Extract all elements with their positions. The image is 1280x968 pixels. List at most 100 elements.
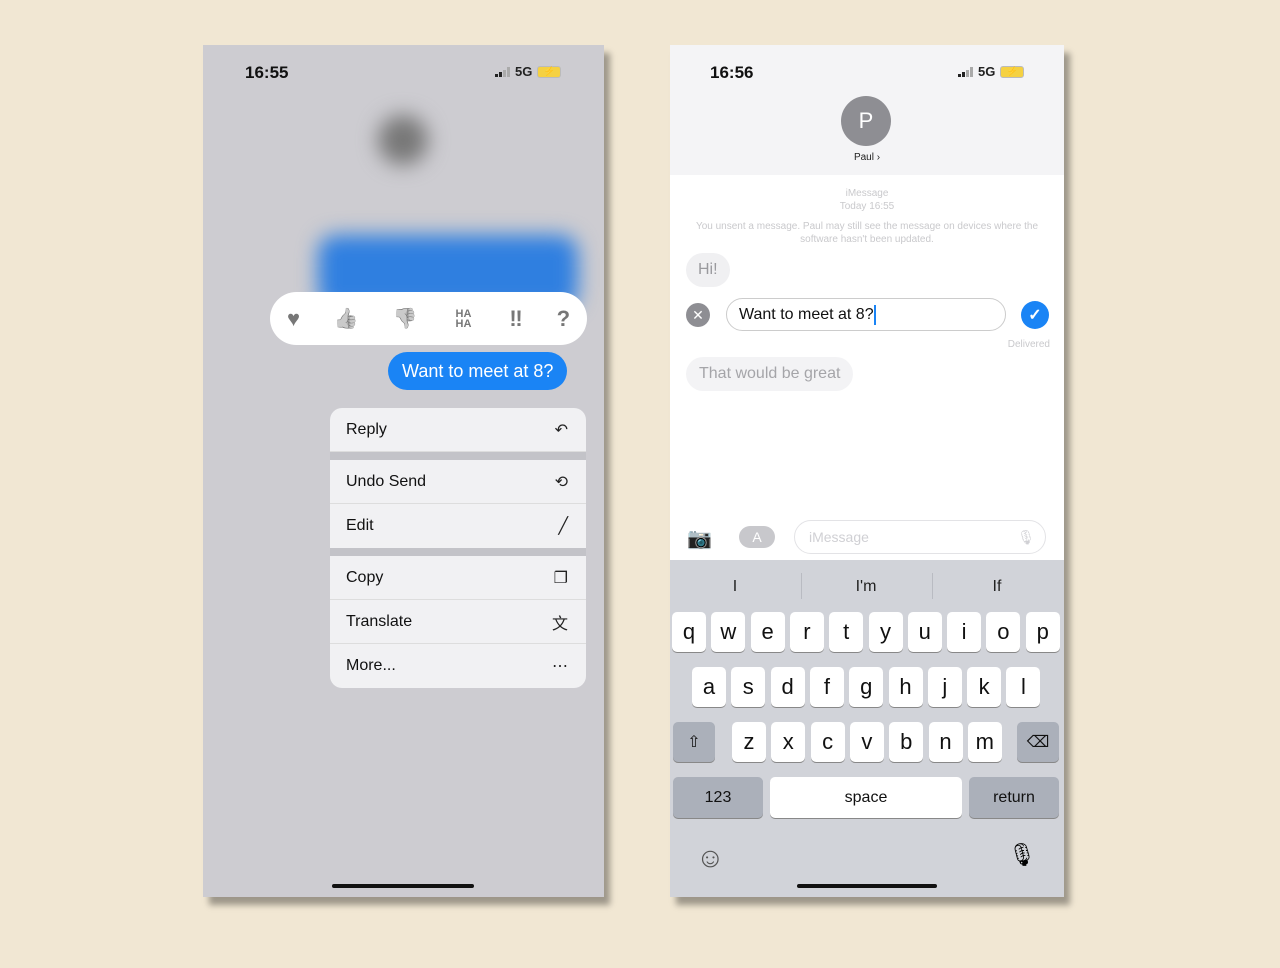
- menu-label: Translate: [346, 612, 413, 630]
- key-v[interactable]: v: [849, 722, 884, 762]
- thumbs-down-icon[interactable]: 👎: [393, 306, 418, 331]
- message-input[interactable]: iMessage 🎙: [794, 520, 1046, 554]
- key-u[interactable]: u: [907, 612, 942, 652]
- unsent-notice: You unsent a message. Paul may still see…: [695, 221, 1039, 245]
- key-z[interactable]: z: [732, 722, 766, 762]
- key-f[interactable]: f: [809, 667, 844, 707]
- menu-label: Edit: [346, 517, 374, 534]
- menu-label: Copy: [346, 568, 384, 586]
- camera-icon[interactable]: 📷: [687, 526, 712, 551]
- key-p[interactable]: p: [1025, 612, 1060, 652]
- menu-divider: [330, 548, 586, 556]
- menu-translate[interactable]: Translate 文: [330, 600, 586, 644]
- shift-key[interactable]: ⇧: [673, 722, 715, 762]
- contact-name[interactable]: Paul ›: [817, 152, 917, 163]
- confirm-edit-icon[interactable]: ✓: [1021, 301, 1049, 329]
- menu-more[interactable]: More... ⋯: [330, 644, 586, 688]
- key-n[interactable]: n: [928, 722, 963, 762]
- key-x[interactable]: x: [771, 722, 806, 762]
- signal-icon: [495, 66, 510, 77]
- context-menu: Reply ↶ Undo Send ⟲ Edit ╱ Copy ❐ Translate 文…: [330, 408, 586, 688]
- suggestion-1[interactable]: I'm: [801, 572, 931, 602]
- timestamp: Today 16:55: [839, 201, 895, 212]
- return-key[interactable]: return: [969, 777, 1059, 818]
- suggestion-0[interactable]: I: [670, 572, 800, 602]
- copy-icon: ❐: [553, 569, 568, 587]
- battery-icon: ⚡: [1000, 65, 1025, 78]
- menu-undo-send[interactable]: Undo Send ⟲: [330, 460, 586, 504]
- key-s[interactable]: s: [731, 667, 766, 707]
- service-label: iMessage: [845, 188, 889, 199]
- input-placeholder: iMessage: [809, 529, 869, 545]
- key-q[interactable]: q: [672, 612, 706, 652]
- network-label: 5G: [978, 64, 996, 79]
- menu-divider: [330, 452, 586, 460]
- space-key[interactable]: space: [770, 777, 962, 818]
- status-bar: 5G ⚡: [495, 64, 562, 79]
- key-l[interactable]: l: [1006, 667, 1041, 707]
- key-j[interactable]: j: [927, 667, 962, 707]
- key-c[interactable]: c: [810, 722, 845, 762]
- menu-label: Undo Send: [346, 472, 427, 490]
- key-g[interactable]: g: [849, 667, 884, 707]
- signal-icon: [958, 66, 973, 77]
- battery-icon: ⚡: [537, 65, 562, 78]
- home-indicator: [332, 884, 474, 888]
- key-y[interactable]: y: [868, 612, 903, 652]
- reply-icon: ↶: [554, 421, 568, 439]
- delete-key[interactable]: ⌫: [1017, 722, 1059, 762]
- edit-message-field[interactable]: Want to meet at 8?: [726, 298, 1006, 331]
- menu-edit[interactable]: Edit ╱: [330, 504, 586, 548]
- right-phone-screen: 16:56 5G ⚡ P Paul › iMessage Today 16:55…: [670, 45, 1064, 897]
- mic-icon[interactable]: 🎙: [1017, 529, 1035, 546]
- question-icon[interactable]: ?: [557, 306, 570, 332]
- haha-icon[interactable]: HA HA: [451, 308, 475, 329]
- menu-label: More...: [346, 657, 396, 674]
- exclamation-icon[interactable]: ‼: [509, 306, 522, 332]
- blurred-avatar: [378, 115, 428, 165]
- received-message[interactable]: Hi!: [686, 253, 730, 287]
- cancel-edit-icon[interactable]: ✕: [686, 303, 710, 327]
- key-a[interactable]: a: [692, 667, 726, 707]
- heart-icon[interactable]: ♥: [287, 306, 300, 332]
- key-h[interactable]: h: [888, 667, 923, 707]
- status-bar: 5G ⚡: [958, 64, 1025, 79]
- network-label: 5G: [515, 64, 533, 79]
- delivered-label: Delivered: [1007, 339, 1050, 350]
- key-i[interactable]: i: [947, 612, 982, 652]
- status-time: 16:55: [245, 63, 289, 82]
- avatar[interactable]: P: [841, 96, 891, 146]
- suggestion-divider: [801, 573, 802, 599]
- dictation-mic-icon[interactable]: 🎙: [1008, 842, 1036, 872]
- text-cursor: [873, 304, 876, 325]
- key-r[interactable]: r: [789, 612, 824, 652]
- reaction-bar: ♥ 👍 👎 HA HA ‼ ?: [270, 292, 587, 345]
- key-m[interactable]: m: [967, 722, 1002, 762]
- key-t[interactable]: t: [829, 612, 864, 652]
- menu-copy[interactable]: Copy ❐: [330, 556, 586, 600]
- app-store-icon[interactable]: A: [739, 526, 775, 548]
- translate-icon: 文: [551, 615, 568, 633]
- left-phone-screen: 16:55 5G ⚡ ♥ 👍 👎 HA HA ‼ ? Want to meet …: [203, 45, 604, 897]
- emoji-icon[interactable]: ☺: [696, 842, 726, 873]
- status-time: 16:56: [710, 63, 754, 82]
- undo-icon: ⟲: [554, 473, 568, 491]
- key-k[interactable]: k: [967, 667, 1002, 707]
- pencil-icon: ╱: [558, 518, 568, 535]
- home-indicator: [797, 884, 937, 888]
- key-b[interactable]: b: [889, 722, 924, 762]
- key-d[interactable]: d: [770, 667, 805, 707]
- received-message[interactable]: That would be great: [686, 357, 854, 391]
- key-e[interactable]: e: [750, 612, 785, 652]
- suggestion-2[interactable]: If: [932, 572, 1062, 602]
- numbers-key[interactable]: 123: [673, 777, 763, 818]
- message-bubble[interactable]: Want to meet at 8?: [388, 352, 568, 390]
- thumbs-up-icon[interactable]: 👍: [334, 306, 359, 331]
- key-w[interactable]: w: [711, 612, 746, 652]
- suggestion-divider: [932, 573, 933, 599]
- menu-label: Reply: [346, 420, 387, 438]
- more-icon: ⋯: [552, 658, 568, 675]
- key-o[interactable]: o: [986, 612, 1021, 652]
- edit-text: Want to meet at 8?: [739, 305, 874, 323]
- menu-reply[interactable]: Reply ↶: [330, 408, 586, 452]
